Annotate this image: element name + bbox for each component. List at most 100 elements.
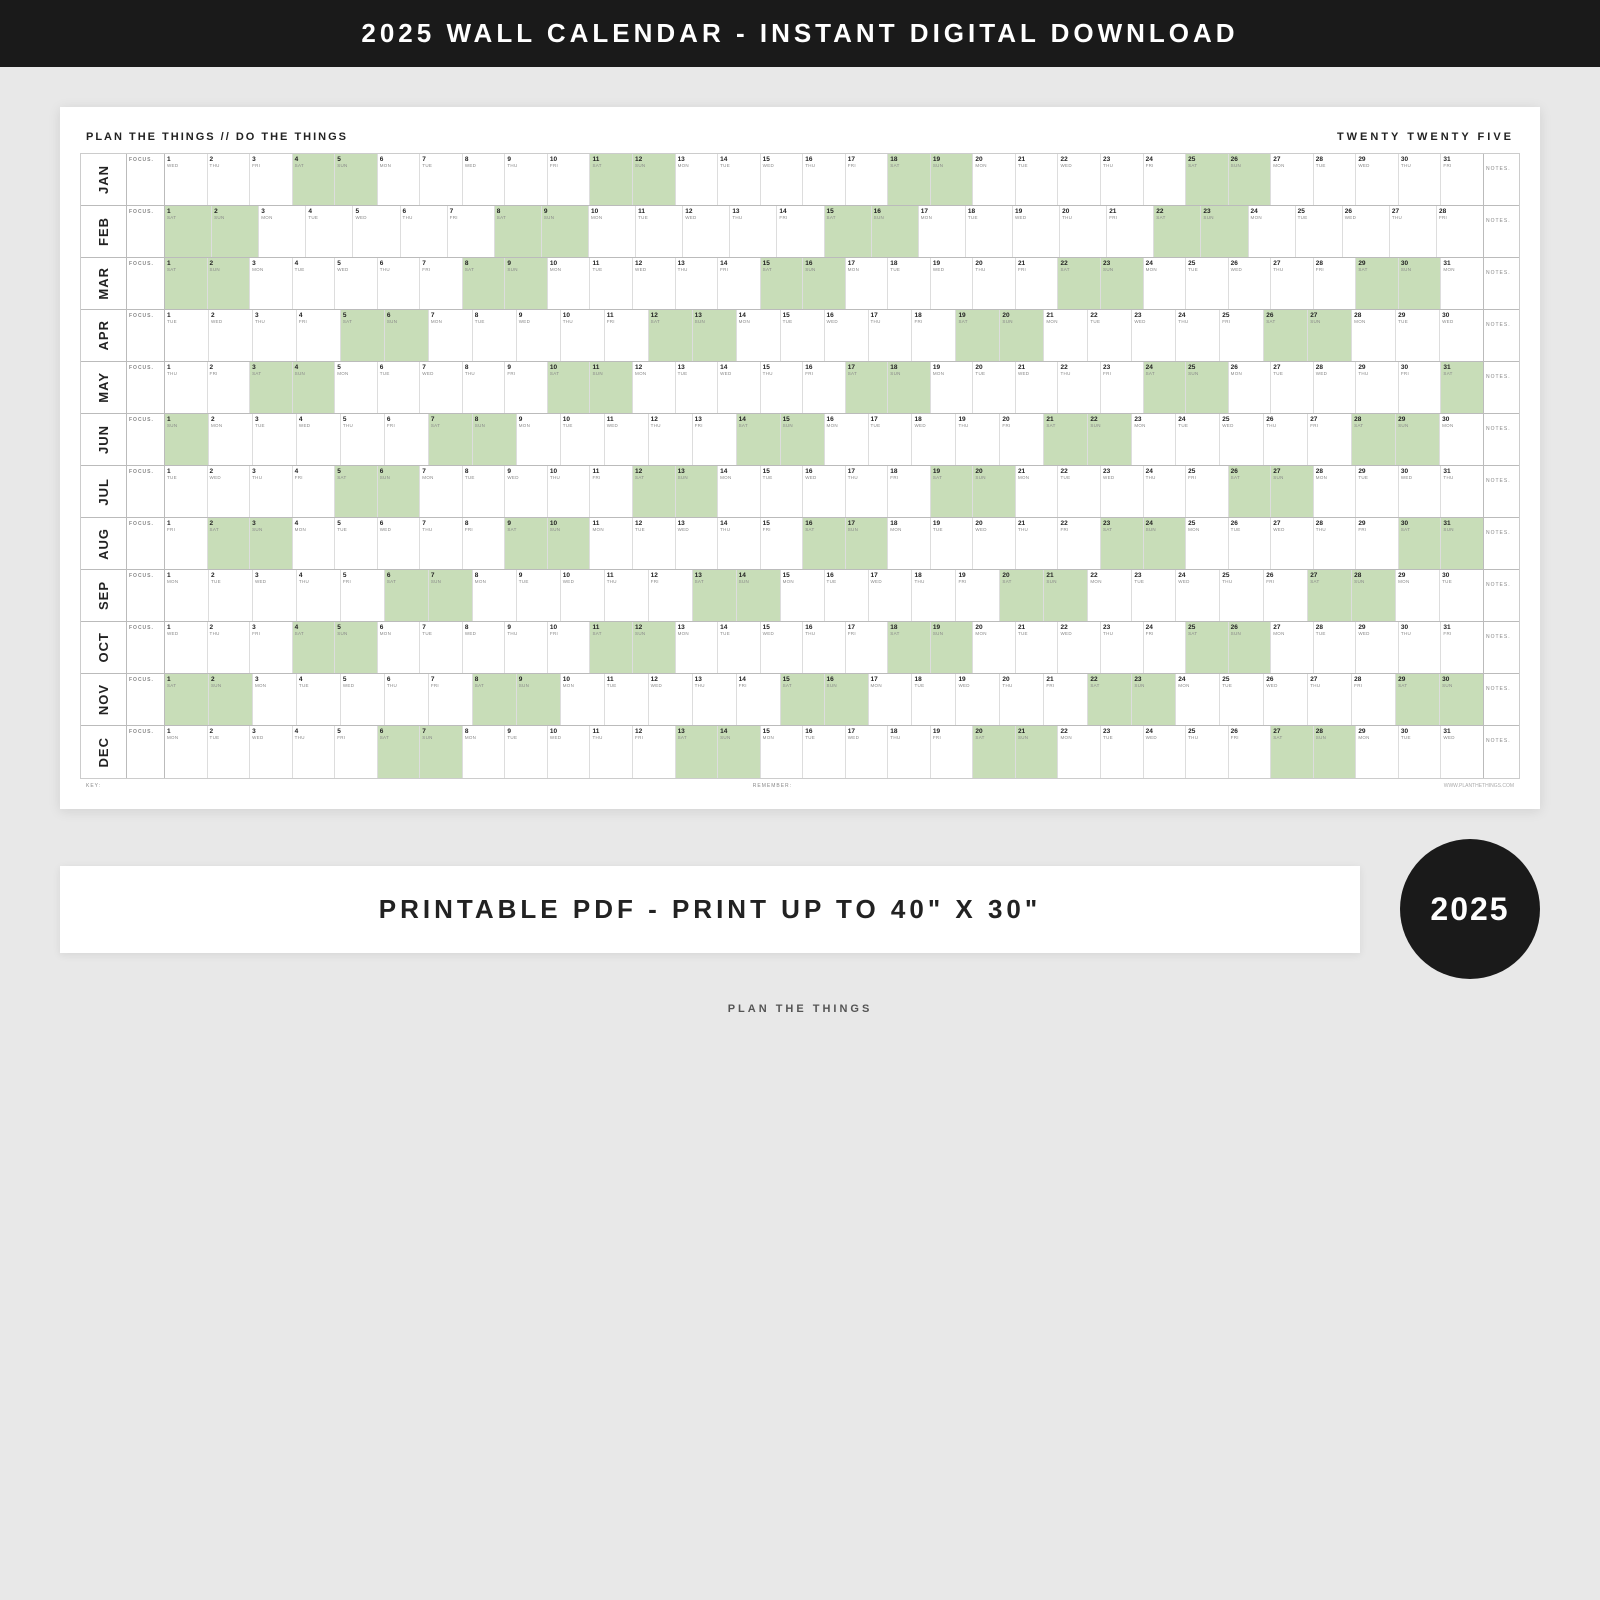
day-name: SUN [805,267,843,272]
day-number: 22 [1060,468,1098,475]
day-cell-mar-15: 15SAT [761,258,804,309]
day-name: WED [1060,163,1098,168]
day-number: 24 [1178,312,1217,319]
day-number: 6 [403,208,445,215]
day-cell-dec-26: 26FRI [1229,726,1272,778]
day-name: SUN [635,163,673,168]
day-cell-jun-15: 15SUN [781,414,825,465]
day-name: TUE [1273,371,1311,376]
day-number: 18 [914,676,953,683]
day-cell-jan-18: 18SAT [888,154,931,205]
day-name: MON [827,423,866,428]
day-number: 17 [871,676,910,683]
day-cell-aug-24: 24SUN [1144,518,1187,569]
day-name: SAT [827,215,869,220]
day-number: 13 [678,520,716,527]
day-name: THU [651,423,690,428]
day-cell-jan-8: 8WED [463,154,506,205]
day-number: 12 [651,416,690,423]
day-cell-may-17: 17SAT [846,362,889,413]
day-cell-feb-12: 12WED [683,206,730,257]
day-cell-oct-11: 11SAT [590,622,633,673]
day-number: 1 [167,572,206,579]
day-number: 25 [1222,416,1261,423]
day-cell-dec-4: 4THU [293,726,336,778]
day-number: 6 [380,520,418,527]
day-cell-sep-25: 25THU [1220,570,1264,621]
day-name: SAT [252,371,290,376]
day-name: SAT [337,475,375,480]
day-cell-jan-12: 12SUN [633,154,676,205]
day-number: 6 [380,728,418,735]
day-number: 7 [422,624,460,631]
day-cell-jul-4: 4FRI [293,466,336,517]
day-cell-apr-28: 28MON [1352,310,1396,361]
day-name: THU [167,371,205,376]
day-name: SUN [380,475,418,480]
day-cell-may-10: 10SAT [548,362,591,413]
day-name: SAT [1273,735,1311,740]
day-name: WED [1146,735,1184,740]
month-label-mar: MAR [81,258,127,309]
day-cell-aug-11: 11MON [590,518,633,569]
day-cell-dec-14: 14SUN [718,726,761,778]
notes-cell-dec: NOTES. [1483,726,1519,778]
day-cell-sep-27: 27SAT [1308,570,1352,621]
day-cell-aug-12: 12TUE [633,518,676,569]
day-cell-sep-6: 6SAT [385,570,429,621]
day-cell-sep-23: 23TUE [1132,570,1176,621]
day-cell-apr-25: 25FRI [1220,310,1264,361]
day-cell-dec-1: 1MON [165,726,208,778]
day-cell-mar-18: 18TUE [888,258,931,309]
day-number: 6 [380,156,418,163]
day-cell-oct-13: 13MON [676,622,719,673]
day-name: THU [210,163,248,168]
day-name: THU [890,735,928,740]
day-name: MON [550,267,588,272]
day-cell-nov-6: 6THU [385,674,429,725]
day-number: 16 [805,364,843,371]
month-abbr-apr: APR [96,320,111,350]
day-name: MON [592,527,630,532]
day-name: WED [805,475,843,480]
day-name: SUN [975,475,1013,480]
day-number: 19 [958,572,997,579]
day-name: SAT [431,423,470,428]
day-number: 30 [1401,156,1439,163]
day-name: THU [507,163,545,168]
day-cell-apr-17: 17THU [869,310,913,361]
day-number: 19 [933,156,971,163]
day-cell-feb-7: 7FRI [448,206,495,257]
day-name: WED [635,267,673,272]
day-name: MON [380,631,418,636]
day-name: SUN [210,267,248,272]
notes-label: NOTES. [1486,738,1511,744]
day-name: WED [550,735,588,740]
day-name: SAT [651,319,690,324]
day-name: WED [933,267,971,272]
day-name: FRI [295,475,333,480]
focus-label: FOCUS. [129,157,162,163]
day-cell-mar-31: 31MON [1441,258,1483,309]
day-number: 21 [1046,416,1085,423]
day-number: 9 [519,312,558,319]
printable-text: PRINTABLE PDF - PRINT UP TO 40" x 30" [379,894,1041,924]
day-name: THU [1266,423,1305,428]
day-number: 10 [563,312,602,319]
day-number: 23 [1103,364,1141,371]
day-name: SAT [805,527,843,532]
day-cell-sep-30: 30TUE [1440,570,1483,621]
day-name: FRI [607,319,646,324]
day-cell-jan-5: 5SUN [335,154,378,205]
day-number: 27 [1310,416,1349,423]
day-cell-aug-6: 6WED [378,518,421,569]
day-number: 18 [914,572,953,579]
day-number: 12 [635,624,673,631]
day-number: 12 [635,156,673,163]
day-number: 4 [308,208,350,215]
day-name: THU [848,475,886,480]
day-cell-jul-25: 25FRI [1186,466,1229,517]
day-cell-nov-29: 29SAT [1396,674,1440,725]
day-cell-may-21: 21WED [1016,362,1059,413]
day-cell-aug-3: 3SUN [250,518,293,569]
